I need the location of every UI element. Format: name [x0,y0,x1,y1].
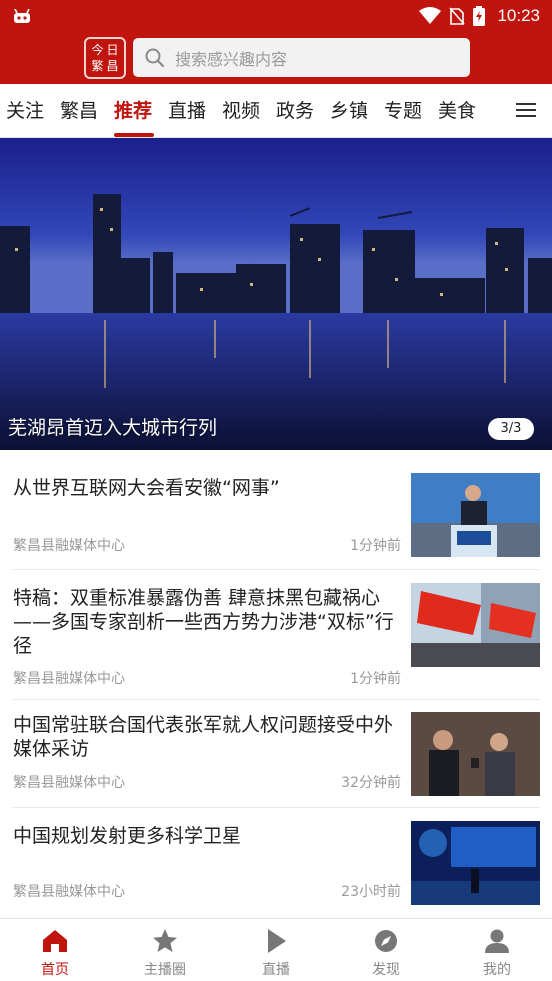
search-input[interactable]: 搜索感兴趣内容 [133,38,470,77]
tab-video[interactable]: 视频 [222,96,260,123]
news-thumbnail [411,583,540,667]
active-tab-indicator [114,133,154,137]
news-source: 繁昌县融媒体中心 [13,538,125,554]
android-debug-icon [14,9,30,23]
news-title: 中国常驻联合国代表张军就人权问题接受中外媒体采访 [13,714,394,760]
nav-label: 首页 [41,962,69,978]
news-thumbnail [411,712,540,796]
channel-tabs: 关注 繁昌 推荐 直播 视频 政务 乡镇 专题 美食 [0,84,552,138]
tab-towns[interactable]: 乡镇 [330,96,368,123]
news-thumbnail [411,821,540,905]
nav-live[interactable]: 直播 [221,919,331,981]
tab-topics[interactable]: 专题 [384,96,422,123]
nav-discover[interactable]: 发现 [331,919,441,981]
tab-follow[interactable]: 关注 [6,96,44,123]
nav-home[interactable]: 首页 [0,919,110,981]
search-placeholder: 搜索感兴趣内容 [175,49,288,69]
tab-live[interactable]: 直播 [168,96,206,123]
battery-charging-icon [473,6,486,26]
news-source: 繁昌县融媒体中心 [13,884,125,900]
user-icon [485,929,509,953]
news-time: 1分钟前 [350,538,401,554]
menu-icon[interactable] [516,102,536,118]
tab-fanchang[interactable]: 繁昌 [60,96,98,123]
news-item[interactable]: 中国规划发射更多科学卫星 繁昌县融媒体中心 23小时前 [0,808,552,918]
logo-char: 昌 [106,59,119,73]
nav-label: 发现 [372,962,400,978]
logo-char: 日 [106,43,119,57]
home-icon [43,930,67,952]
app-header: 今 日 繁 昌 搜索感兴趣内容 [0,32,552,84]
play-icon [268,929,286,953]
banner-carousel[interactable]: 芜湖昂首迈入大城市行列 3/3 [0,138,552,450]
nav-label: 主播圈 [144,962,186,978]
news-title: 从世界互联网大会看安徽“网事” [13,477,280,499]
news-thumbnail [411,473,540,557]
news-source: 繁昌县融媒体中心 [13,671,125,687]
news-item[interactable]: 中国常驻联合国代表张军就人权问题接受中外媒体采访 繁昌县融媒体中心 32分钟前 [0,700,552,808]
nav-label: 直播 [262,962,290,978]
banner-page-counter: 3/3 [488,418,534,440]
logo-char: 繁 [91,59,104,73]
nav-label: 我的 [483,962,511,978]
compass-icon [375,930,397,952]
banner-caption: 芜湖昂首迈入大城市行列 [8,417,218,439]
status-time: 10:23 [497,6,540,25]
nav-profile[interactable]: 我的 [442,919,552,981]
news-title: 中国规划发射更多科学卫星 [13,825,242,847]
star-icon [153,929,177,952]
news-time: 32分钟前 [341,775,401,791]
news-time: 1分钟前 [350,671,401,687]
tab-recommend[interactable]: 推荐 [114,96,152,123]
logo-char: 今 [91,43,104,57]
bottom-navigation: 首页 主播圈 直播 发现 我的 [0,918,552,981]
banner-image [0,138,552,450]
news-time: 23小时前 [341,884,401,900]
news-title: 特稿：双重标准暴露伪善 肆意抹黑包藏祸心——多国专家剖析一些西方势力涉港“双标”… [13,587,394,657]
news-item[interactable]: 特稿：双重标准暴露伪善 肆意抹黑包藏祸心——多国专家剖析一些西方势力涉港“双标”… [0,570,552,700]
app-logo[interactable]: 今 日 繁 昌 [84,37,126,79]
search-icon [145,48,165,67]
news-source: 繁昌县融媒体中心 [13,775,125,791]
status-bar: 10:23 [0,0,552,32]
no-sim-icon [449,7,466,25]
news-item[interactable]: 从世界互联网大会看安徽“网事” 繁昌县融媒体中心 1分钟前 [0,450,552,570]
tab-government[interactable]: 政务 [276,96,314,123]
wifi-icon [419,7,442,24]
tab-food[interactable]: 美食 [438,96,476,123]
nav-anchor-circle[interactable]: 主播圈 [110,919,220,981]
